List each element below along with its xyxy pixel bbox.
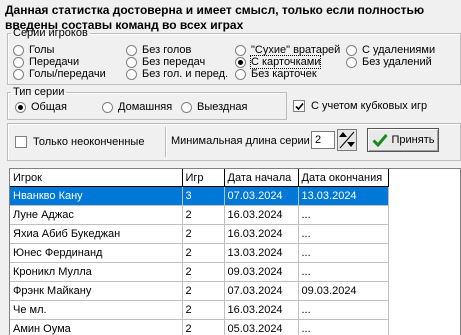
radio-indicator bbox=[235, 68, 246, 80]
radio-no-cards[interactable]: Без карточек bbox=[235, 67, 317, 81]
cell-start-date: 05.03.2024 bbox=[224, 319, 299, 335]
cell-games: 2 bbox=[182, 205, 225, 225]
radio-label: Без удалений bbox=[362, 56, 432, 68]
min-length-spinner[interactable] bbox=[337, 129, 357, 151]
check-icon bbox=[294, 102, 304, 110]
cell-player: Амин Оума bbox=[10, 319, 183, 335]
cell-end-date: 09.03.2024 bbox=[298, 281, 389, 301]
cell-games: 2 bbox=[182, 262, 225, 282]
checkbox-box bbox=[15, 136, 27, 148]
radio-indicator bbox=[346, 44, 357, 56]
cell-player: Нванкво Кану bbox=[10, 186, 183, 206]
radio-indicator bbox=[13, 44, 24, 56]
table-row[interactable]: Луне Аджас 2 16.03.2024 ... bbox=[10, 205, 389, 225]
series-type-legend: Тип серии bbox=[13, 86, 65, 98]
cell-games: 2 bbox=[182, 319, 225, 335]
radio-indicator bbox=[126, 56, 137, 68]
cell-start-date: 07.03.2024 bbox=[224, 281, 299, 301]
radio-indicator bbox=[235, 44, 246, 56]
table-row[interactable]: Кроникл Мулла 2 09.03.2024 ... bbox=[10, 262, 389, 282]
radio-indicator bbox=[181, 101, 192, 113]
cell-start-date: 09.03.2024 bbox=[224, 262, 299, 282]
table-row[interactable]: Фрэнк Майкану 2 07.03.2024 09.03.2024 bbox=[10, 281, 389, 301]
cell-end-date: ... bbox=[298, 262, 389, 282]
cell-start-date: 16.03.2024 bbox=[224, 224, 299, 244]
col-games[interactable]: Игр bbox=[182, 169, 225, 187]
unfinished-checkbox[interactable]: Только неоконченные bbox=[15, 135, 144, 149]
unfinished-label: Только неоконченные bbox=[33, 136, 145, 148]
accept-button[interactable]: Принять bbox=[367, 128, 439, 152]
radio-label: Без гол. и перед. bbox=[142, 68, 229, 80]
radio-label: Без карточек bbox=[251, 68, 317, 80]
filter-divider bbox=[165, 127, 166, 157]
cell-games: 2 bbox=[182, 224, 225, 244]
cell-end-date: 13.03.2024 bbox=[298, 186, 389, 206]
checkbox-box bbox=[293, 100, 305, 112]
table-row[interactable]: Юнес Фердинанд 2 13.03.2024 ... bbox=[10, 243, 389, 263]
checkmark-icon bbox=[371, 134, 388, 147]
col-end-date[interactable]: Дата окончания bbox=[298, 169, 389, 187]
radio-label: Общая bbox=[31, 101, 67, 113]
radio-label: Выездная bbox=[197, 101, 248, 113]
radio-type-all[interactable]: Общая bbox=[15, 100, 67, 114]
cell-player: Че мл. bbox=[10, 300, 183, 320]
cup-games-checkbox[interactable]: С учетом кубковых игр bbox=[293, 99, 427, 113]
radio-label: Домашняя bbox=[118, 101, 173, 113]
cell-games: 3 bbox=[182, 186, 225, 206]
cell-games: 2 bbox=[182, 243, 225, 263]
radio-label: Голы/передачи bbox=[29, 68, 106, 80]
cell-end-date: ... bbox=[298, 300, 389, 320]
cell-player: Луне Аджас bbox=[10, 205, 183, 225]
col-start-date[interactable]: Дата начала bbox=[224, 169, 299, 187]
cell-player: Фрэнк Майкану bbox=[10, 281, 183, 301]
radio-indicator-selected bbox=[15, 101, 26, 113]
cell-player: Юнес Фердинанд bbox=[10, 243, 183, 263]
cell-end-date: ... bbox=[298, 243, 389, 263]
min-length-input[interactable]: 2 bbox=[311, 131, 335, 149]
cell-games: 2 bbox=[182, 300, 225, 320]
cell-start-date: 13.03.2024 bbox=[224, 243, 299, 263]
cell-player: Кроникл Мулла bbox=[10, 262, 183, 282]
radio-indicator bbox=[102, 101, 113, 113]
cup-games-label: С учетом кубковых игр bbox=[311, 100, 428, 112]
radio-indicator-selected bbox=[235, 56, 246, 68]
cell-start-date: 16.03.2024 bbox=[224, 205, 299, 225]
series-table-grid: Игрок Игр Дата начала Дата окончания Нва… bbox=[10, 169, 389, 335]
radio-type-home[interactable]: Домашняя bbox=[102, 100, 172, 114]
cell-start-date: 07.03.2024 bbox=[224, 186, 299, 206]
spin-arrows-icon bbox=[339, 131, 355, 149]
radio-indicator bbox=[13, 56, 24, 68]
table-row[interactable]: Амин Оума 2 05.03.2024 ... bbox=[10, 319, 389, 335]
radio-no-ejections[interactable]: Без удалений bbox=[346, 55, 432, 69]
min-length-label: Минимальная длина серии bbox=[171, 135, 310, 147]
cell-start-date: 16.03.2024 bbox=[224, 300, 299, 320]
accept-label: Принять bbox=[391, 134, 435, 146]
cell-end-date: ... bbox=[298, 319, 389, 335]
table-row[interactable]: Яхиа Абиб Букеджан 2 16.03.2024 ... bbox=[10, 224, 389, 244]
radio-indicator bbox=[126, 44, 137, 56]
col-player[interactable]: Игрок bbox=[10, 169, 183, 187]
table-row[interactable]: Че мл. 2 16.03.2024 ... bbox=[10, 300, 389, 320]
radio-indicator bbox=[13, 68, 24, 80]
radio-no-goals-assists[interactable]: Без гол. и перед. bbox=[126, 67, 228, 81]
table-header: Игрок Игр Дата начала Дата окончания bbox=[10, 169, 389, 187]
cell-end-date: ... bbox=[298, 205, 389, 225]
cell-games: 2 bbox=[182, 281, 225, 301]
table-row-selected[interactable]: Нванкво Кану 3 07.03.2024 13.03.2024 bbox=[10, 186, 389, 206]
radio-indicator bbox=[346, 56, 357, 68]
cell-end-date: ... bbox=[298, 224, 389, 244]
series-table[interactable]: Игрок Игр Дата начала Дата окончания Нва… bbox=[9, 168, 461, 335]
radio-type-away[interactable]: Выездная bbox=[181, 100, 248, 114]
series-group-legend: Серии игроков bbox=[13, 27, 88, 39]
radio-goals-assists[interactable]: Голы/передачи bbox=[13, 67, 106, 81]
cell-player: Яхиа Абиб Букеджан bbox=[10, 224, 183, 244]
radio-indicator bbox=[126, 68, 137, 80]
